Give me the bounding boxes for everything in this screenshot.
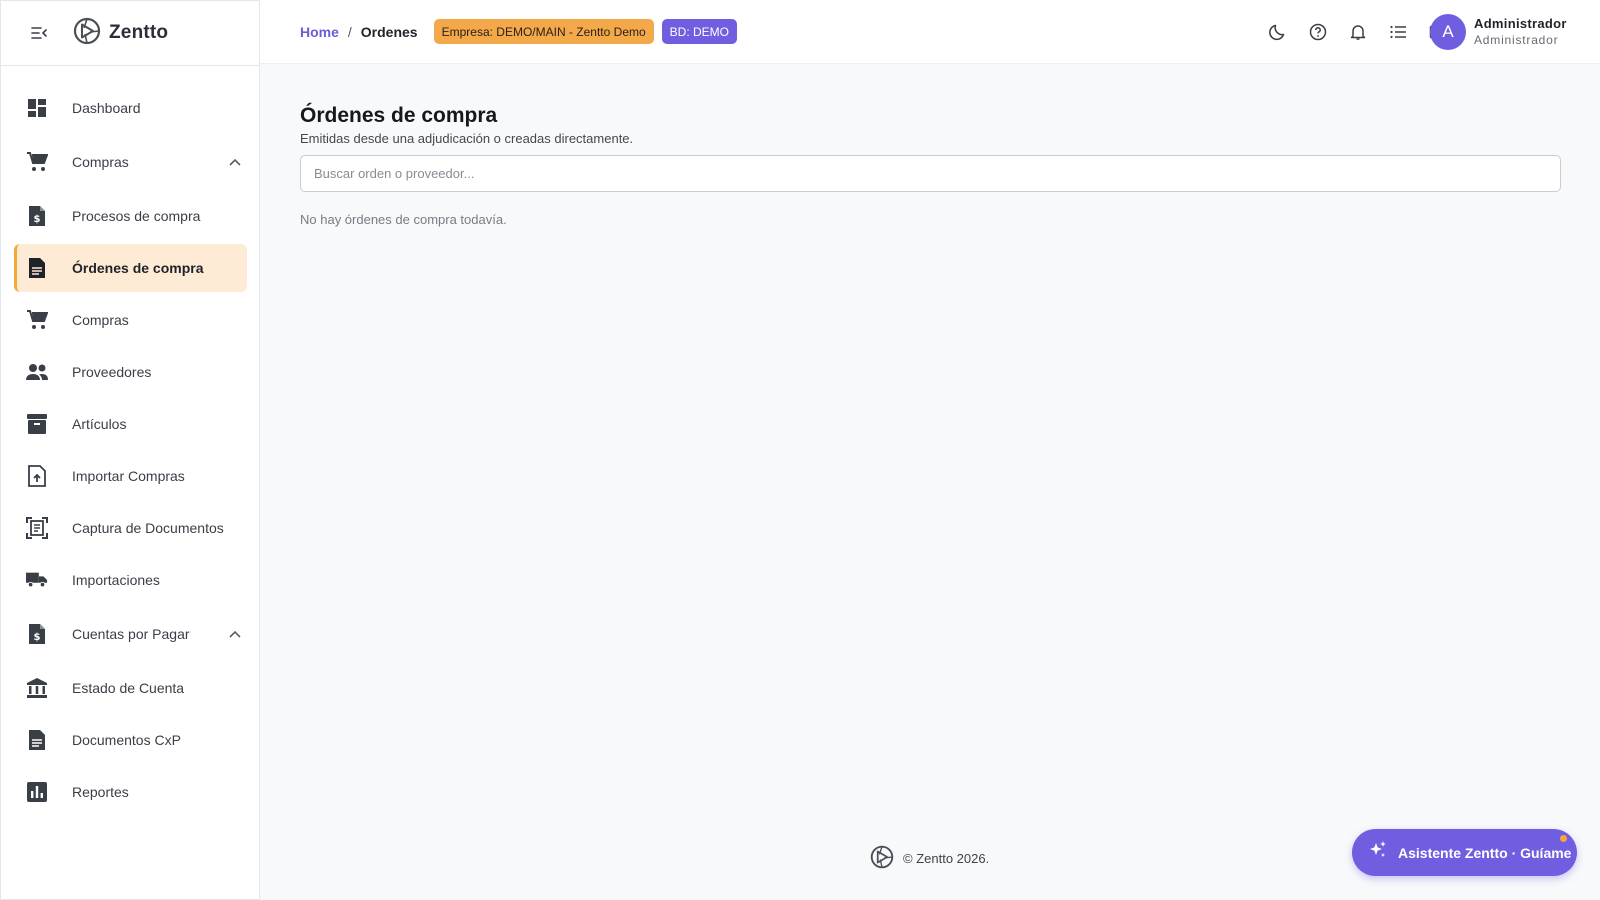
chevron-up-icon (227, 626, 243, 642)
main-content: Órdenes de compra Emitidas desde una adj… (300, 104, 1561, 227)
sidebar-item-label: Documentos CxP (72, 732, 181, 748)
avatar[interactable]: A (1430, 14, 1466, 50)
sidebar-item-label: Dashboard (72, 100, 141, 116)
brand-logo[interactable]: Zentto (73, 17, 168, 50)
collapse-menu-icon[interactable] (29, 23, 49, 43)
sidebar-item-label: Importar Compras (72, 468, 185, 484)
cart-icon (26, 309, 48, 331)
sidebar: Zentto Dashboard Compras $ Procesos de c… (0, 0, 260, 900)
sidebar-item-label: Proveedores (72, 364, 152, 380)
help-icon[interactable] (1306, 20, 1330, 44)
document-icon (26, 729, 48, 751)
user-role: Administrador (1474, 33, 1559, 47)
assistant-button[interactable]: Asistente Zentto · Guíame (1352, 829, 1577, 876)
search-field[interactable] (300, 155, 1561, 192)
sidebar-item-label: Compras (72, 312, 129, 328)
invoice-dollar-icon: $ (26, 205, 48, 227)
sidebar-nav: Dashboard Compras $ Procesos de compra Ó… (1, 66, 259, 816)
sidebar-item-importaciones[interactable]: Importaciones (14, 556, 247, 604)
sidebar-item-label: Procesos de compra (72, 208, 201, 224)
database-badge[interactable]: BD: DEMO (661, 19, 737, 44)
svg-text:$: $ (34, 632, 41, 643)
invoice-dollar-icon: $ (26, 623, 48, 645)
sparkle-icon (1368, 840, 1388, 865)
page-title: Órdenes de compra (300, 104, 498, 127)
sidebar-item-label: Artículos (72, 416, 127, 432)
top-bar: Home / Ordenes Empresa: DEMO/MAIN - Zent… (260, 0, 1600, 64)
company-badge[interactable]: Empresa: DEMO/MAIN - Zentto Demo (433, 19, 654, 44)
sidebar-item-label: Compras (72, 154, 129, 170)
cart-icon (26, 151, 48, 173)
breadcrumb-current: Ordenes (360, 23, 418, 40)
page-subtitle: Emitidas desde una adjudicación o creada… (300, 131, 634, 146)
document-scanner-icon (26, 517, 48, 539)
upload-file-icon (26, 465, 48, 487)
sidebar-item-captura-de-documentos[interactable]: Captura de Documentos (14, 504, 247, 552)
sidebar-item-label: Cuentas por Pagar (72, 626, 190, 642)
brand-name: Zentto (109, 22, 169, 43)
sidebar-group-cuentas-por-pagar[interactable]: $ Cuentas por Pagar (14, 608, 247, 660)
moon-icon[interactable] (1266, 20, 1290, 44)
sidebar-item-importar-compras[interactable]: Importar Compras (14, 452, 247, 500)
user-name: Administrador (1474, 16, 1567, 31)
notification-dot (1560, 835, 1567, 842)
dashboard-icon (26, 97, 48, 119)
search-input[interactable] (314, 166, 1547, 181)
sidebar-header: Zentto (1, 1, 259, 66)
sidebar-item-ordenes-de-compra[interactable]: Órdenes de compra (14, 244, 247, 292)
user-menu[interactable]: A Administrador Administrador (1430, 14, 1567, 50)
truck-icon (26, 569, 48, 591)
sidebar-item-compras[interactable]: Compras (14, 296, 247, 344)
breadcrumb: Home / Ordenes Empresa: DEMO/MAIN - Zent… (300, 19, 737, 44)
sidebar-group-compras[interactable]: Compras (14, 136, 247, 188)
sidebar-item-label: Importaciones (72, 572, 160, 588)
archive-icon (26, 413, 48, 435)
sidebar-item-estado-de-cuenta[interactable]: Estado de Cuenta (14, 664, 247, 712)
zentto-logo-icon (73, 17, 101, 50)
sidebar-item-label: Reportes (72, 784, 129, 800)
top-bar-actions (1250, 20, 1450, 44)
sidebar-item-reportes[interactable]: Reportes (14, 768, 247, 816)
footer: © Zentto 2026. (870, 845, 989, 872)
sidebar-item-dashboard[interactable]: Dashboard (14, 84, 247, 132)
empty-state-message: No hay órdenes de compra todavía. (300, 212, 507, 227)
breadcrumb-separator: / (347, 23, 352, 40)
sidebar-item-label: Órdenes de compra (72, 260, 204, 276)
sidebar-item-documentos-cxp[interactable]: Documentos CxP (14, 716, 247, 764)
document-icon (26, 257, 48, 279)
bar-chart-icon (26, 781, 48, 803)
svg-text:$: $ (34, 214, 41, 225)
sidebar-item-procesos-de-compra[interactable]: $ Procesos de compra (14, 192, 247, 240)
people-icon (26, 361, 48, 383)
assistant-label: Asistente Zentto · Guíame (1398, 844, 1572, 861)
sidebar-item-proveedores[interactable]: Proveedores (14, 348, 247, 396)
bank-icon (26, 677, 48, 699)
list-icon[interactable] (1386, 20, 1410, 44)
breadcrumb-home-link[interactable]: Home (300, 24, 339, 40)
bell-icon[interactable] (1346, 20, 1370, 44)
zentto-logo-icon (870, 845, 894, 872)
sidebar-item-label: Estado de Cuenta (72, 680, 185, 696)
footer-copyright: © Zentto 2026. (903, 851, 990, 866)
chevron-up-icon (227, 154, 243, 170)
user-info: Administrador Administrador (1474, 15, 1567, 49)
sidebar-item-articulos[interactable]: Artículos (14, 400, 247, 448)
sidebar-item-label: Captura de Documentos (72, 520, 224, 536)
